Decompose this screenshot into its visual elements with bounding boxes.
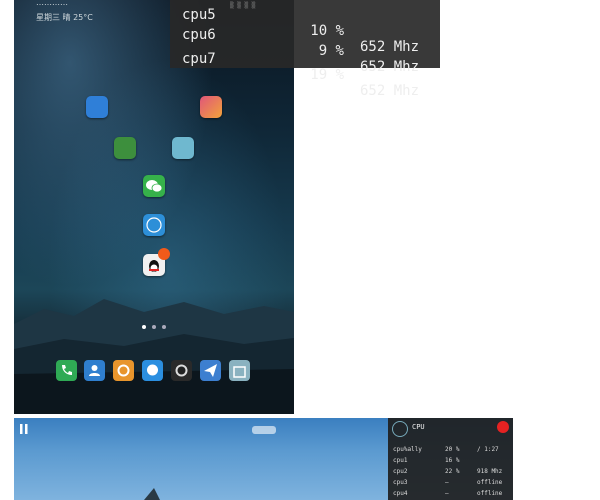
cpu-row: cpu7 19 % 652 Mhz (182, 51, 420, 99)
pull-down-handle[interactable] (252, 426, 276, 434)
wechat-app-icon[interactable] (143, 175, 165, 197)
settings-dock-icon[interactable] (113, 360, 134, 381)
page-indicator-dot (162, 325, 166, 329)
paper-plane-icon (204, 364, 217, 377)
camera-dock-icon[interactable] (171, 360, 192, 381)
person-icon (89, 365, 100, 376)
mail-dock-icon[interactable] (200, 360, 221, 381)
pause-icon[interactable] (20, 424, 28, 434)
books-app-icon[interactable] (86, 96, 108, 118)
phone-dock-icon[interactable] (56, 360, 77, 381)
paint-app-icon[interactable] (200, 96, 222, 118)
compass-app-icon[interactable] (143, 214, 165, 236)
contacts-dock-icon[interactable] (84, 360, 105, 381)
cpu-panel-row: cpu%ally 20 % / 1:27 (393, 446, 499, 453)
cpu-monitor-overlay: ▒ ▒ ▒ ▒ cpu5 10 % 652 Mhz cpu6 9 % 652 M… (170, 0, 440, 99)
overlay-ghost-text: ▒ ▒ ▒ ▒ (230, 2, 256, 9)
cpu-monitor-panel: CPU cpu%ally 20 % / 1:27 cpu1 16 % cpu2 … (388, 418, 513, 500)
cpu-row: cpu6 9 % 652 Mhz (182, 27, 420, 75)
cpu-panel-row: cpu1 16 % (393, 457, 460, 464)
game-screen: CPU cpu%ally 20 % / 1:27 cpu1 16 % cpu2 … (14, 418, 513, 500)
weather-app-icon[interactable] (172, 137, 194, 159)
camera-lens-icon (175, 364, 188, 377)
mountain-wallpaper (14, 299, 294, 414)
weather-status: 星期三 晴 25°C (36, 13, 93, 22)
phone-icon (62, 365, 72, 375)
cpu-panel-row: cpu2 22 % 918 Mhz (393, 468, 503, 475)
shopping-bag-icon (233, 366, 246, 378)
compass-icon (146, 217, 162, 233)
store-dock-icon[interactable] (229, 360, 250, 381)
notification-badge (158, 248, 170, 260)
gear-icon (117, 364, 130, 377)
wechat-icon (146, 180, 163, 193)
cpu-logo-icon (392, 421, 408, 437)
cpu-panel-row: cpu4 — offline (393, 490, 503, 497)
aircraft-silhouette (144, 488, 160, 500)
game-app-icon[interactable] (114, 137, 136, 159)
messages-dock-icon[interactable] (142, 360, 163, 381)
panel-title: CPU (412, 423, 425, 431)
page-indicator-dot-active (142, 325, 146, 329)
close-icon[interactable] (497, 421, 509, 433)
chat-bubble-icon (147, 364, 158, 376)
status-line-top: ………… (36, 0, 68, 7)
cpu-panel-row: cpu3 — offline (393, 479, 503, 486)
page-indicator-dot (152, 325, 156, 329)
